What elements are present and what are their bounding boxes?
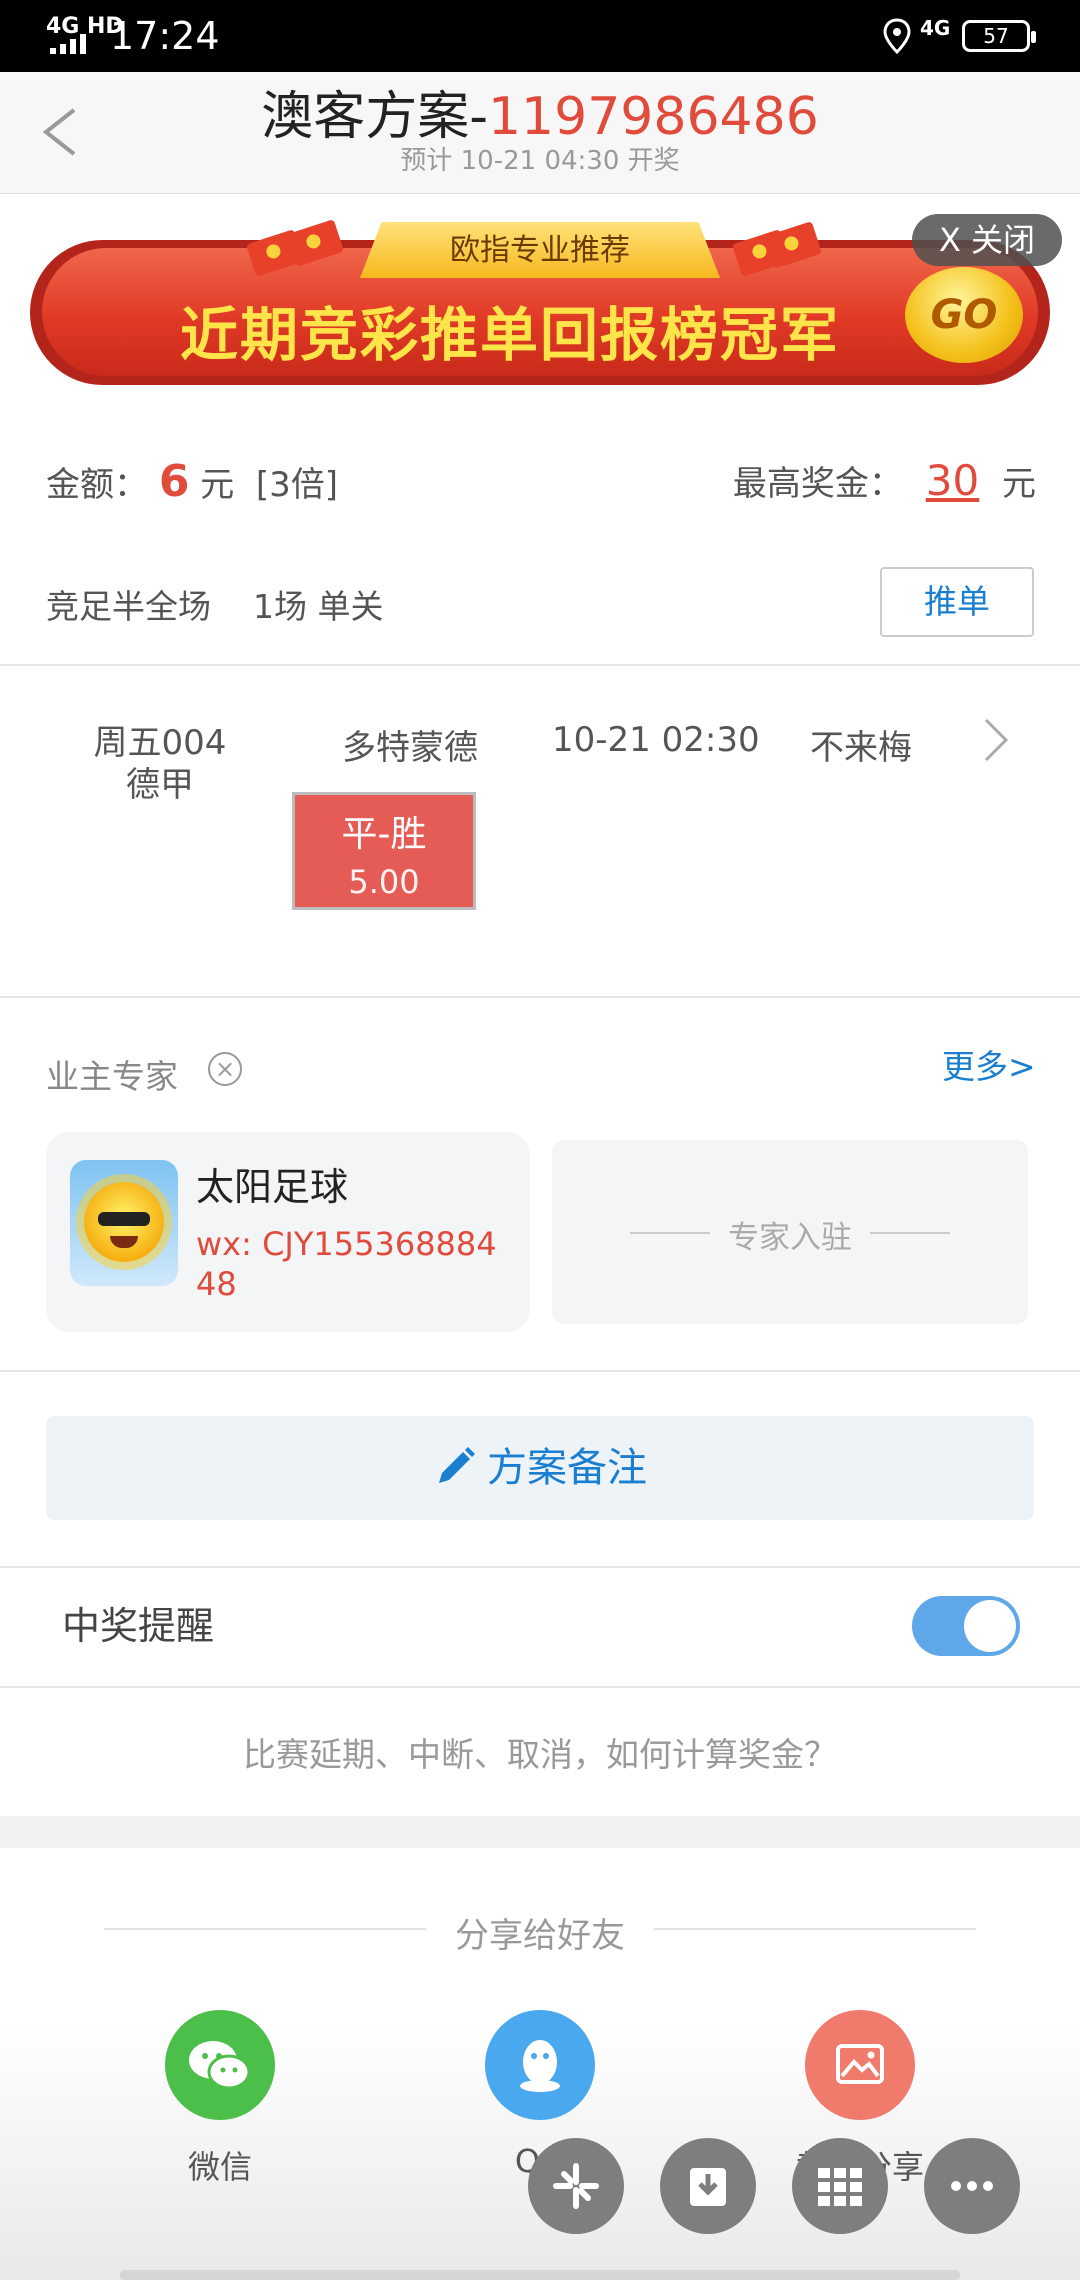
share-label: 微信	[187, 2148, 252, 2186]
divider	[0, 1686, 1080, 1688]
amount-label: 金额：	[46, 465, 148, 505]
battery-icon: 57	[962, 20, 1036, 52]
expert-wechat: wx: CJY15536888448	[196, 1225, 497, 1303]
more-experts-link[interactable]: 更多>	[942, 1040, 1036, 1088]
share-wechat[interactable]: 微信	[120, 2010, 320, 2188]
banner-text: 近期竞彩推单回报榜冠军	[180, 301, 841, 369]
prize-reminder-label: 中奖提醒	[62, 1604, 215, 1648]
amount-multiple: [3倍]	[255, 465, 339, 505]
pick-label: 平-胜	[341, 814, 427, 855]
expert-join-card[interactable]: 专家入驻	[552, 1140, 1028, 1324]
banner-tag: 欧指专业推荐	[360, 222, 720, 278]
download-fab[interactable]	[660, 2138, 756, 2234]
match-code: 周五004	[93, 723, 227, 763]
toggle-knob	[964, 1600, 1016, 1652]
clock: 17:24	[110, 14, 220, 58]
experts-section-title: 业主专家	[46, 1057, 178, 1096]
match-time: 10-21 02:30	[552, 720, 760, 760]
amount-value: 6	[158, 456, 190, 507]
expert-name: 太阳足球	[196, 1165, 349, 1209]
share-title: 分享给好友	[455, 1916, 625, 1956]
divider	[0, 996, 1080, 998]
sunglasses-icon	[98, 1212, 150, 1226]
match-league: 德甲	[126, 765, 194, 805]
divider-line	[654, 1928, 976, 1930]
section-separator	[0, 1816, 1080, 1848]
location-icon	[883, 18, 911, 54]
page-title: 澳客方案-1197986486	[0, 74, 1080, 149]
bet-matches: 1场 单关	[252, 587, 384, 626]
prize-faq-link[interactable]: 比赛延期、中断、取消，如何计算奖金？	[0, 1728, 1080, 1776]
bet-type-label: 竞足半全场	[46, 587, 211, 626]
bet-amount: 金额： 6 元 [3倍]	[46, 456, 338, 507]
divider	[0, 1566, 1080, 1568]
avatar	[70, 1160, 178, 1286]
grid-fab[interactable]	[792, 2138, 888, 2234]
amount-unit: 元	[200, 465, 235, 505]
max-prize-value[interactable]: 30	[926, 456, 979, 505]
draw-time: 预计 10-21 04:30 开奖	[400, 146, 680, 176]
scheme-id: 1197986486	[487, 87, 819, 147]
signal-icon	[50, 34, 98, 54]
divider-line	[870, 1232, 950, 1234]
divider	[0, 1370, 1080, 1372]
divider	[0, 664, 1080, 666]
title-prefix: 澳客方案-	[261, 87, 488, 147]
nav-bar-strip	[120, 2270, 960, 2280]
scheme-note-label: 方案备注	[487, 1445, 647, 1491]
away-team: 不来梅	[810, 728, 912, 768]
image-icon	[805, 2010, 915, 2120]
max-prize-label: 最高奖金：	[732, 464, 903, 504]
home-team: 多特蒙德	[342, 728, 478, 768]
expert-card[interactable]: 太阳足球 wx: CJY15536888448	[46, 1132, 530, 1332]
status-bar: 4G HD 17:24 4G 57	[0, 0, 1080, 72]
match-info: 周五004 德甲	[60, 722, 260, 806]
go-button[interactable]: GO	[905, 267, 1023, 363]
sparkle-fab[interactable]	[528, 2138, 624, 2234]
cell-type: 4G	[920, 16, 951, 40]
chevron-right-icon[interactable]	[980, 716, 1010, 764]
wechat-icon	[165, 2010, 275, 2120]
more-dots-fab[interactable]	[924, 2138, 1020, 2234]
scheme-note-button[interactable]: 方案备注	[46, 1416, 1034, 1520]
expert-join-label: 专家入驻	[728, 1220, 852, 1256]
bet-type: 竞足半全场 1场 单关	[46, 580, 383, 628]
pick-odds: 5.00	[348, 863, 420, 901]
close-circle-icon[interactable]: ×	[208, 1052, 242, 1086]
pencil-icon	[439, 1447, 475, 1483]
app-header: 澳客方案-1197986486 预计 10-21 04:30 开奖	[0, 72, 1080, 194]
qq-icon	[485, 2010, 595, 2120]
max-prize: 最高奖金： 30 元	[733, 456, 1036, 505]
push-order-button[interactable]: 推单	[880, 567, 1034, 637]
selected-pick: 平-胜 5.00	[292, 792, 476, 910]
amount-row: 金额： 6 元 [3倍] 最高奖金： 30 元	[46, 456, 1036, 516]
close-banner-button[interactable]: X 关闭	[912, 214, 1062, 266]
max-prize-unit: 元	[1002, 464, 1036, 504]
prize-reminder-toggle[interactable]	[912, 1596, 1020, 1656]
